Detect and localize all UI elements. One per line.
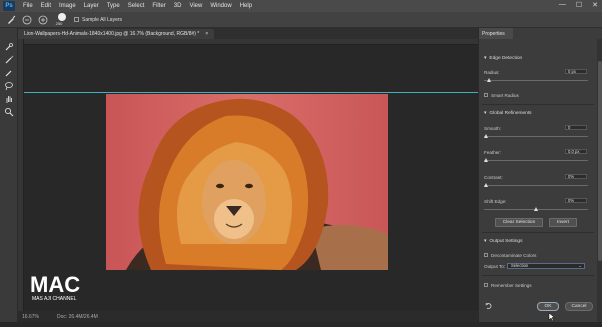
quick-selection-icon[interactable] bbox=[3, 42, 15, 52]
refine-edge-brush-icon[interactable] bbox=[3, 55, 15, 65]
sample-all-layers-label: Sample All Layers bbox=[82, 16, 123, 23]
maximize-button[interactable]: ☐ bbox=[576, 1, 582, 9]
global-refinements-header[interactable]: ▾ Global Refinements bbox=[484, 111, 532, 116]
divider bbox=[482, 275, 594, 276]
menu-image[interactable]: Image bbox=[55, 3, 80, 9]
lion-illustration bbox=[126, 98, 388, 270]
output-to-value: Selection bbox=[511, 263, 529, 268]
menu-filter[interactable]: Filter bbox=[148, 3, 169, 9]
menu-bar: Ps File Edit Image Layer Type Select Fil… bbox=[0, 0, 602, 12]
decontaminate-colors-label: Decontaminate Colors bbox=[491, 253, 537, 258]
feather-label: Feather: bbox=[484, 150, 502, 155]
feather-input[interactable]: 0.0 px bbox=[565, 149, 587, 154]
menu-file[interactable]: File bbox=[19, 3, 37, 9]
menu-select[interactable]: Select bbox=[124, 3, 149, 9]
shift-edge-slider-knob[interactable] bbox=[534, 207, 538, 211]
output-settings-title: Output Settings bbox=[489, 239, 523, 244]
radius-label: Radius: bbox=[484, 70, 500, 75]
brush-icon[interactable] bbox=[3, 68, 15, 78]
smooth-slider[interactable] bbox=[484, 134, 588, 138]
invert-button[interactable]: Invert bbox=[549, 218, 577, 227]
brush-size-value: 250 bbox=[55, 21, 63, 26]
contrast-input[interactable]: 0% bbox=[565, 174, 587, 179]
menu-view[interactable]: View bbox=[185, 3, 206, 9]
panel-scrollbar[interactable] bbox=[597, 39, 602, 322]
menu-help[interactable]: Help bbox=[236, 3, 256, 9]
mouse-cursor-icon bbox=[548, 309, 556, 322]
add-brush-icon[interactable] bbox=[38, 15, 48, 25]
feather-slider-knob[interactable] bbox=[484, 158, 489, 162]
brush-tool-icon[interactable] bbox=[6, 15, 16, 25]
smart-radius-label: Smart Radius bbox=[491, 93, 519, 98]
document-tab-bar: Lion-Wallpapers-Hd-Animals-1840x1400.jpg… bbox=[18, 28, 478, 39]
menu-window[interactable]: Window bbox=[206, 3, 235, 9]
smart-radius-checkbox[interactable] bbox=[484, 93, 488, 97]
mac-tagline: MAS AJI CHANNEL bbox=[32, 296, 77, 302]
status-bar: 16.67% Doc: 26.4M/26.4M bbox=[18, 311, 478, 322]
edge-detection-title: Edge Detection bbox=[489, 56, 523, 61]
chevron-down-icon: ⌄ bbox=[578, 263, 582, 268]
divider bbox=[482, 104, 594, 105]
smooth-slider-knob[interactable] bbox=[484, 134, 489, 138]
lasso-icon[interactable] bbox=[3, 81, 15, 91]
horizontal-ruler bbox=[18, 39, 478, 45]
radius-slider[interactable] bbox=[484, 78, 588, 82]
close-window-button[interactable]: ✕ bbox=[592, 1, 598, 9]
tools-panel bbox=[0, 28, 18, 322]
hand-icon[interactable] bbox=[3, 94, 15, 104]
feather-slider[interactable] bbox=[484, 158, 588, 162]
contrast-slider[interactable] bbox=[484, 183, 588, 187]
smooth-label: Smooth: bbox=[484, 126, 502, 131]
vertical-ruler bbox=[18, 39, 24, 311]
window-controls: — ☐ ✕ bbox=[559, 1, 598, 9]
output-to-label: Output To: bbox=[484, 264, 506, 269]
menu-type[interactable]: Type bbox=[103, 3, 124, 9]
output-to-select[interactable]: Selection ⌄ bbox=[507, 263, 585, 269]
cancel-button[interactable]: Cancel bbox=[565, 302, 593, 311]
radius-slider-knob[interactable] bbox=[487, 78, 492, 82]
properties-tab[interactable]: Properties bbox=[479, 28, 513, 39]
options-bar: 250 Sample All Layers bbox=[0, 12, 602, 28]
shift-edge-slider[interactable] bbox=[484, 207, 588, 211]
shift-edge-input[interactable]: 0% bbox=[565, 198, 587, 203]
edge-detection-header[interactable]: ▾ Edge Detection bbox=[484, 56, 522, 61]
menu-edit[interactable]: Edit bbox=[37, 3, 55, 9]
menu-3d[interactable]: 3D bbox=[170, 3, 186, 9]
sample-all-layers-checkbox[interactable] bbox=[74, 17, 79, 22]
properties-panel-body: ▾ Edge Detection Radius: 0 px Smart Radi… bbox=[479, 39, 597, 322]
remember-settings-checkbox[interactable] bbox=[484, 283, 488, 287]
properties-panel: Properties ▾ Edge Detection Radius: 0 px… bbox=[478, 28, 602, 322]
subtract-brush-icon[interactable] bbox=[22, 15, 32, 25]
smooth-input[interactable]: 0 bbox=[565, 125, 587, 130]
output-settings-header[interactable]: ▾ Output Settings bbox=[484, 239, 523, 244]
reset-icon[interactable] bbox=[485, 302, 493, 310]
minimize-button[interactable]: — bbox=[559, 1, 566, 9]
brush-preset-picker[interactable] bbox=[58, 13, 66, 21]
doc-info: Doc: 26.4M/26.4M bbox=[56, 313, 98, 320]
mac-watermark-logo: MAC MAS AJI CHANNEL bbox=[28, 270, 96, 302]
zoom-icon[interactable] bbox=[3, 107, 15, 117]
zoom-level[interactable]: 16.67% bbox=[22, 314, 39, 320]
document-tab-close-icon[interactable]: × bbox=[205, 31, 208, 37]
mac-logo-text: MAC bbox=[30, 272, 80, 297]
guide-line[interactable] bbox=[24, 92, 478, 93]
global-refinements-title: Global Refinements bbox=[489, 111, 532, 116]
chevron-down-icon: ▾ bbox=[484, 111, 487, 116]
document-tab-title: Lion-Wallpapers-Hd-Animals-1840x1400.jpg… bbox=[24, 31, 200, 37]
clear-selection-button[interactable]: Clear Selection bbox=[495, 218, 543, 227]
contrast-slider-knob[interactable] bbox=[484, 183, 489, 187]
chevron-down-icon: ▾ bbox=[484, 239, 487, 244]
photoshop-logo: Ps bbox=[3, 1, 15, 11]
chevron-down-icon: ▾ bbox=[484, 56, 487, 61]
document-tab[interactable]: Lion-Wallpapers-Hd-Animals-1840x1400.jpg… bbox=[18, 29, 215, 39]
lion-photo bbox=[106, 94, 388, 270]
shift-edge-label: Shift Edge: bbox=[484, 199, 507, 204]
radius-input[interactable]: 0 px bbox=[565, 69, 587, 74]
divider bbox=[482, 232, 594, 233]
panel-scrollbar-thumb[interactable] bbox=[598, 61, 602, 261]
menu-layer[interactable]: Layer bbox=[80, 3, 103, 9]
decontaminate-colors-checkbox[interactable] bbox=[484, 253, 488, 257]
remember-settings-label: Remember Settings bbox=[491, 283, 532, 288]
contrast-label: Contrast: bbox=[484, 175, 503, 180]
